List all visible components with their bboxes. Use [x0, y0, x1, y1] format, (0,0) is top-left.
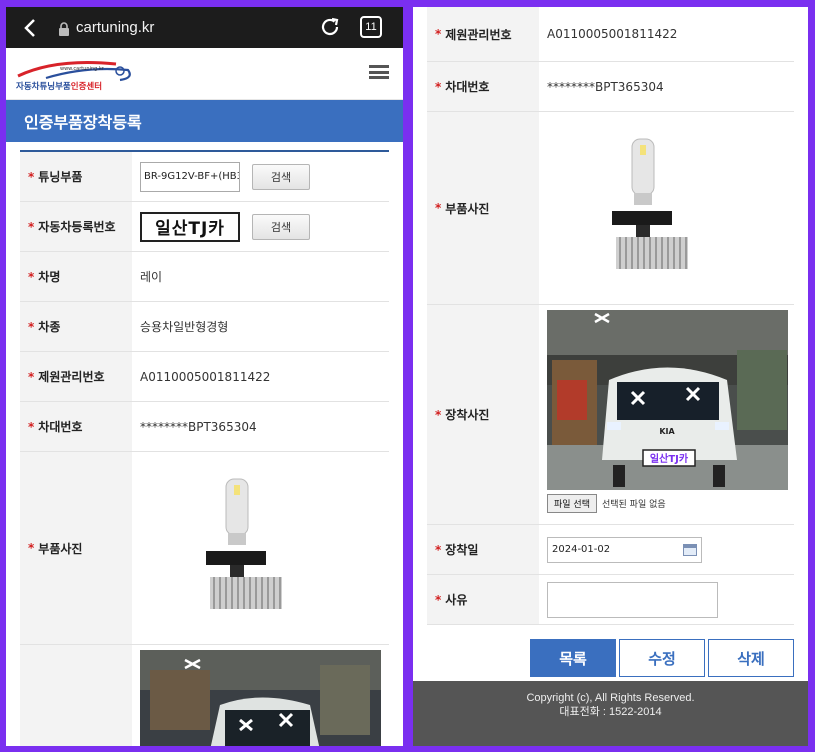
row-install-date: * 장착일 2024-01-02 [427, 525, 794, 575]
logo-text: 자동차튜닝부품인증센터 [16, 80, 102, 92]
label-part-photo: * 부품사진 [20, 452, 132, 644]
row-spec-no: * 제원관리번호 A0110005001811422 [20, 352, 389, 402]
registration-form-continued: * 제원관리번호 A0110005001811422 * 차대번호 ********… [427, 7, 794, 625]
site-footer: Copyright (c), All Rights Reserved. 대표전화… [413, 681, 808, 746]
lock-icon [58, 21, 70, 36]
row-vehicle-reg: * 자동차등록번호 일산TJ카 검색 [20, 202, 389, 252]
reason-textarea[interactable] [547, 581, 718, 618]
label-car-name: * 차명 [20, 252, 132, 301]
install-date-input[interactable]: 2024-01-02 [547, 536, 702, 563]
label-spec-no-2: * 제원관리번호 [427, 7, 539, 61]
row-car-type: * 차종 승용차일반형경형 [20, 302, 389, 352]
label-install-photo: * 장착사진 [427, 305, 539, 524]
logo-text-blue: 자동차튜닝부품 [16, 82, 71, 92]
label-install-photo-empty [20, 645, 132, 746]
label-car-type: * 차종 [20, 302, 132, 351]
logo-text-red: 인증센터 [70, 82, 103, 92]
row-tuning-part: *튜닝부품 BR-9G12V-BF+(HB3)* 검색 [20, 152, 389, 202]
row-part-photo-2: * 부품사진 [427, 112, 794, 305]
site-logo[interactable]: www.cartuning.kr 자동차튜닝부품인증센터 [16, 56, 134, 94]
row-part-photo: * 부품사진 [20, 452, 389, 645]
browser-bar: cartuning.kr 11 [6, 7, 403, 48]
label-install-date: * 장착일 [427, 525, 539, 574]
vin-value: ********BPT365304 [140, 419, 257, 434]
label-vin-2: * 차대번호 [427, 62, 539, 111]
vehicle-reg-input[interactable]: 일산TJ카 [140, 211, 240, 242]
edit-button[interactable]: 수정 [619, 639, 705, 677]
list-button[interactable]: 목록 [530, 639, 616, 677]
label-tuning-part: * 튜닝부품 [20, 152, 132, 201]
spec-no-value: A0110005001811422 [140, 369, 271, 384]
label-part-photo-2: * 부품사진 [427, 112, 539, 304]
car-name-value: 레이 [140, 270, 163, 284]
action-buttons: 목록 수정 삭제 [413, 639, 794, 677]
registration-form: *튜닝부품 BR-9G12V-BF+(HB3)* 검색 *자동차등록번호 일산T… [20, 150, 389, 746]
spec-no-value-2: A0110005001811422 [547, 27, 678, 41]
hamburger-menu-icon[interactable] [369, 65, 389, 79]
delete-button[interactable]: 삭제 [708, 639, 794, 677]
url-text[interactable]: cartuning.kr [76, 19, 154, 36]
page-title: 인증부품장착등록 [6, 100, 403, 142]
vin-value-2: ********BPT365304 [547, 79, 664, 94]
tuning-part-search-button[interactable]: 검색 [252, 163, 310, 190]
logo-url: www.cartuning.kr [60, 66, 104, 72]
site-header: www.cartuning.kr 자동차튜닝부품인증센터 [6, 48, 403, 100]
label-reason: * 사유 [427, 575, 539, 624]
label-spec-no: * 제원관리번호 [20, 352, 132, 401]
row-car-name: * 차명 레이 [20, 252, 389, 302]
row-install-photo: * 장착사진 KIA 일산TJ카 파일 선택 선택된 파일 없음 [427, 305, 794, 525]
file-status-text: 선택된 파일 없음 [601, 500, 666, 510]
row-spec-no-2: * 제원관리번호 A0110005001811422 [427, 7, 794, 62]
footer-phone: 대표전화 : 1522-2014 [559, 706, 662, 718]
calendar-icon[interactable] [683, 543, 697, 556]
svg-text:KIA: KIA [659, 427, 675, 436]
install-photo: KIA 일산TJ카 [547, 310, 788, 490]
car-type-value: 승용차일반형경형 [140, 320, 229, 334]
label-vehicle-reg: * 자동차등록번호 [20, 202, 132, 251]
install-photo-partial [140, 650, 381, 746]
install-photo-plate-text: 일산TJ카 [650, 452, 689, 465]
tab-count-icon[interactable]: 11 [360, 16, 382, 38]
vehicle-reg-search-button[interactable]: 검색 [252, 213, 310, 240]
footer-copyright: Copyright (c), All Rights Reserved. [526, 692, 695, 704]
install-date-value: 2024-01-02 [552, 544, 611, 555]
led-bulb-photo [205, 478, 282, 609]
row-reason: * 사유 [427, 575, 794, 625]
row-vin: * 차대번호 ********BPT365304 [20, 402, 389, 452]
led-bulb-photo-2 [611, 138, 688, 269]
file-select-button[interactable]: 파일 선택 [547, 494, 597, 513]
left-screenshot: cartuning.kr 11 www.cartuning.kr 자동차튜닝부품… [6, 7, 403, 746]
label-vin: * 차대번호 [20, 402, 132, 451]
right-screenshot: * 제원관리번호 A0110005001811422 * 차대번호 ********… [413, 7, 808, 746]
tuning-part-input[interactable]: BR-9G12V-BF+(HB3)* [140, 161, 240, 192]
row-install-photo-partial [20, 645, 389, 746]
back-arrow-icon[interactable] [16, 14, 44, 42]
row-vin-2: * 차대번호 ********BPT365304 [427, 62, 794, 112]
reload-icon[interactable] [318, 15, 342, 39]
